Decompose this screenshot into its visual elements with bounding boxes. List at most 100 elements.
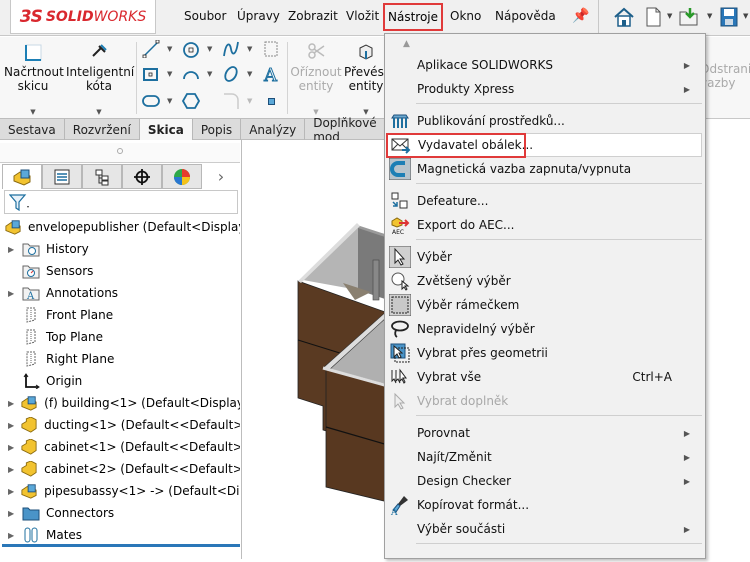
tree-item[interactable]: envelopepublisher (Default<Display Stat <box>0 216 240 238</box>
menu-item-vyber-rameckem[interactable]: Výběr rámečkem <box>386 293 702 317</box>
home-icon[interactable] <box>613 6 635 28</box>
property-manager-tab[interactable] <box>42 164 82 189</box>
configuration-manager-tab[interactable] <box>82 164 122 189</box>
expand-arrow-icon[interactable]: ▶ <box>8 509 16 518</box>
circle-icon[interactable] <box>182 40 200 58</box>
tree-item[interactable]: ▶ (f) building<1> (Default<Display Sta <box>0 392 240 414</box>
rectangle-icon[interactable] <box>142 65 160 83</box>
tab-rozvr-en-[interactable]: Rozvržení <box>65 119 140 140</box>
menu-item-vybrat-vse[interactable]: Vybrat vše Ctrl+A <box>386 365 702 389</box>
expand-arrow-icon[interactable]: ▶ <box>8 465 14 474</box>
expand-arrow-icon[interactable]: ▶ <box>8 487 14 496</box>
arc-dropdown-icon[interactable]: ▼ <box>207 70 212 78</box>
tab-anal-zy[interactable]: Analýzy <box>241 119 306 140</box>
menu-tools[interactable]: Nástroje <box>383 3 443 31</box>
menu-file[interactable]: Soubor <box>184 9 226 23</box>
text-icon[interactable]: A <box>262 65 280 83</box>
menu-item-magneticka-vazba-zapnuta-vypnuta[interactable]: Magnetická vazba zapnuta/vypnuta <box>386 157 702 181</box>
fillet-dropdown-icon[interactable]: ▼ <box>247 97 252 105</box>
expand-arrow-icon[interactable]: ▶ <box>8 443 14 452</box>
construction-geometry-icon[interactable] <box>262 40 280 58</box>
spline-dropdown-icon[interactable]: ▼ <box>247 45 252 53</box>
rollback-bar[interactable] <box>2 544 240 547</box>
save-dropdown-icon[interactable]: ▼ <box>743 12 748 20</box>
tree-item[interactable]: Origin <box>0 370 240 392</box>
tree-item[interactable]: ▶ Connectors <box>0 502 240 524</box>
point-icon[interactable] <box>268 98 275 105</box>
tree-item[interactable]: Right Plane <box>0 348 240 370</box>
menu-item-export-do-aec[interactable]: AEC Export do AEC... <box>386 213 702 237</box>
panel-tabs-more[interactable]: › <box>202 164 240 189</box>
expand-arrow-icon[interactable]: ▶ <box>8 289 16 298</box>
tree-item[interactable]: ▶ cabinet<2> (Default<<Default>_Dis <box>0 458 240 480</box>
dimxpert-manager-tab[interactable] <box>122 164 162 189</box>
expand-arrow-icon[interactable]: ▶ <box>8 531 16 540</box>
menu-item-aplikace-solidworks[interactable]: Aplikace SOLIDWORKS ▶ <box>386 53 702 77</box>
line-dropdown-icon[interactable]: ▼ <box>167 45 172 53</box>
menu-view[interactable]: Zobrazit <box>288 9 338 23</box>
spline-icon[interactable] <box>222 40 240 58</box>
new-document-icon[interactable] <box>642 6 664 28</box>
new-dropdown-icon[interactable]: ▼ <box>667 12 672 20</box>
arc-icon[interactable] <box>182 65 200 83</box>
menu-item-design-checker[interactable]: Design Checker ▶ <box>386 469 702 493</box>
tree-item[interactable]: ▶ pipesubassy<1> -> (Default<Display <box>0 480 240 502</box>
menu-item-publikovani-prostredku[interactable]: Publikování prostředků... <box>386 109 702 133</box>
rectangle-dropdown-icon[interactable]: ▼ <box>167 70 172 78</box>
menu-item-defeature[interactable]: Defeature... <box>386 189 702 213</box>
menu-item-zvetseny-vyber[interactable]: Zvětšený výběr <box>386 269 702 293</box>
circle-dropdown-icon[interactable]: ▼ <box>207 45 212 53</box>
line-icon[interactable] <box>142 40 160 58</box>
smart-dimension-dropdown-icon[interactable]: ▼ <box>66 105 132 119</box>
tree-item[interactable]: Top Plane <box>0 326 240 348</box>
menu-insert[interactable]: Vložit <box>346 9 379 23</box>
convert-entities-button[interactable]: Převést entity ▼ <box>344 42 388 119</box>
save-icon[interactable] <box>718 6 740 28</box>
tree-item[interactable]: ▶ cabinet<1> (Default<<Default>_Dis <box>0 436 240 458</box>
tab-sestava[interactable]: Sestava <box>0 119 65 140</box>
expand-arrow-icon[interactable]: ▶ <box>8 245 16 254</box>
menu-window[interactable]: Okno <box>450 9 481 23</box>
tree-item[interactable]: ▶ ducting<1> (Default<<Default>_Dis <box>0 414 240 436</box>
tree-item[interactable]: ▶ Mates <box>0 524 240 546</box>
expand-arrow-icon[interactable]: ▶ <box>8 421 14 430</box>
menu-item-nepravidelny-vyber[interactable]: Nepravidelný výběr <box>386 317 702 341</box>
tab-skica[interactable]: Skica <box>139 119 193 140</box>
ellipse-icon[interactable] <box>222 65 240 83</box>
slot-icon[interactable] <box>142 92 160 110</box>
menu-item-vybrat-pres-geometrii[interactable]: Vybrat přes geometrii <box>386 341 702 365</box>
tab-popis[interactable]: Popis <box>193 119 242 140</box>
open-icon[interactable] <box>678 6 700 28</box>
tree-item[interactable]: Front Plane <box>0 304 240 326</box>
fillet-icon[interactable] <box>222 92 240 110</box>
polygon-icon[interactable] <box>182 92 200 110</box>
sketch-button[interactable]: Načrtnout skicu ▼ <box>4 42 64 119</box>
remove-relations-button[interactable]: Odstranit vazby <box>700 62 750 90</box>
menu-item-vybrat-doplnek[interactable]: Vybrat doplněk <box>386 389 702 413</box>
filter-icon[interactable] <box>9 194 31 212</box>
open-dropdown-icon[interactable]: ▼ <box>707 12 712 20</box>
pin-icon[interactable]: 📌 <box>572 8 589 24</box>
display-manager-tab[interactable] <box>162 164 202 189</box>
tree-item[interactable]: ▶ A Annotations <box>0 282 240 304</box>
panel-splitter[interactable] <box>0 143 240 163</box>
smart-dimension-button[interactable]: Inteligentní kóta ▼ <box>66 42 134 119</box>
menu-item-produkty-xpress[interactable]: Produkty Xpress ▶ <box>386 77 702 101</box>
slot-dropdown-icon[interactable]: ▼ <box>167 97 172 105</box>
graphics-area[interactable] <box>243 140 389 559</box>
menu-item-porovnat[interactable]: Porovnat ▶ <box>386 421 702 445</box>
tab-dopl-kov-mod[interactable]: Doplňkové mod <box>305 116 390 144</box>
sketch-dropdown-icon[interactable]: ▼ <box>4 105 62 119</box>
tree-item[interactable]: Sensors <box>0 260 240 282</box>
menu-item-najit-zmenit[interactable]: Najít/Změnit ▶ <box>386 445 702 469</box>
tree-filter[interactable] <box>4 190 238 214</box>
menu-item-kopirovat-format[interactable]: A Kopírovat formát... <box>386 493 702 517</box>
menu-help[interactable]: Nápověda <box>495 9 556 23</box>
feature-manager-tab[interactable] <box>2 164 42 189</box>
scroll-up-icon[interactable]: ▲ <box>385 34 705 54</box>
solidworks-logo[interactable]: 3S SOLIDWORKS <box>10 0 156 34</box>
trim-entities-button[interactable]: Oříznout entity ▼ <box>290 42 342 119</box>
ellipse-dropdown-icon[interactable]: ▼ <box>247 70 252 78</box>
expand-arrow-icon[interactable]: ▶ <box>8 399 14 408</box>
menu-item-vyber-soucasti[interactable]: Výběr součásti ▶ <box>386 517 702 541</box>
